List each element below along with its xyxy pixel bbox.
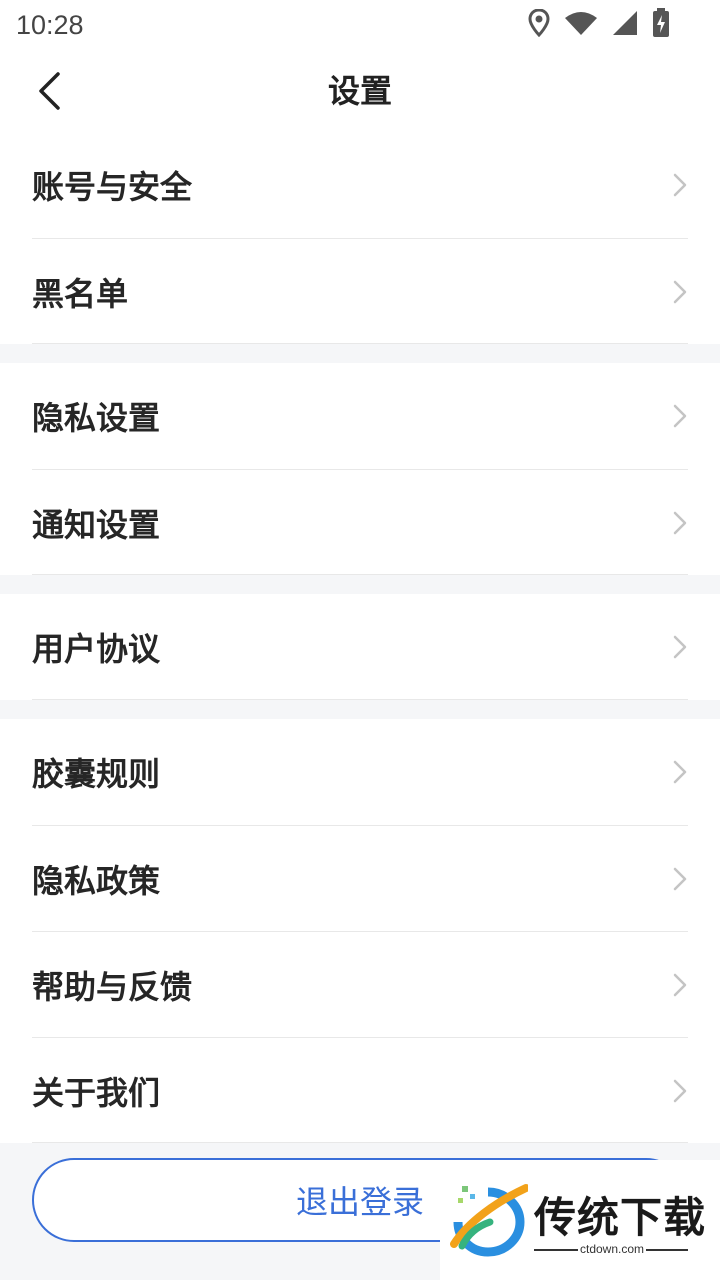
- settings-group-about: 胶囊规则 隐私政策 帮助与反馈 关于我们: [0, 719, 720, 1143]
- location-icon: [528, 9, 550, 37]
- chevron-right-icon: [673, 760, 687, 784]
- status-bar: 10:28: [0, 0, 720, 50]
- row-user-agreement[interactable]: 用户协议: [32, 594, 688, 700]
- watermark: 传统下载 ctdown.com: [440, 1160, 720, 1280]
- chevron-right-icon: [673, 635, 687, 659]
- settings-screen: 10:28 设置 账号与安全 黑名单 隐私设置 通知设置 用户协议 胶囊规则 隐…: [0, 0, 720, 1280]
- row-label: 黑名单: [32, 274, 129, 313]
- chevron-right-icon: [673, 1079, 687, 1102]
- page-title: 设置: [327, 72, 392, 110]
- watermark-logo: [450, 1184, 528, 1257]
- settings-group-agreement: 用户协议: [0, 594, 720, 700]
- watermark-title: 传统下载: [534, 1193, 707, 1242]
- settings-group-account: 账号与安全 黑名单: [0, 132, 720, 344]
- signal-icon: [613, 11, 637, 35]
- row-help-feedback[interactable]: 帮助与反馈: [32, 931, 688, 1037]
- chevron-right-icon: [673, 404, 687, 428]
- settings-group-privacy: 隐私设置 通知设置: [0, 363, 720, 575]
- watermark-domain: ctdown.com: [580, 1242, 645, 1256]
- battery-charging-icon: [653, 8, 669, 37]
- chevron-right-icon: [673, 173, 687, 197]
- logout-label: 退出登录: [295, 1183, 424, 1221]
- row-label: 账号与安全: [32, 168, 193, 206]
- row-blacklist[interactable]: 黑名单: [32, 238, 688, 344]
- row-capsule-rules[interactable]: 胶囊规则: [32, 719, 688, 825]
- wifi-icon: [565, 12, 597, 35]
- row-label: 用户协议: [32, 630, 161, 668]
- row-notification-settings[interactable]: 通知设置: [32, 469, 688, 575]
- row-label: 通知设置: [32, 505, 161, 544]
- chevron-right-icon: [673, 511, 687, 534]
- chevron-right-icon: [673, 973, 687, 996]
- row-about-us[interactable]: 关于我们: [32, 1037, 688, 1143]
- header: 设置: [0, 50, 720, 132]
- chevron-left-icon: [39, 72, 60, 110]
- row-privacy-policy[interactable]: 隐私政策: [32, 825, 688, 931]
- status-time: 10:28: [16, 9, 84, 40]
- row-privacy-settings[interactable]: 隐私设置: [32, 363, 688, 469]
- row-label: 隐私设置: [32, 399, 161, 437]
- back-button[interactable]: [22, 64, 76, 118]
- status-icons: [528, 8, 670, 38]
- row-account-security[interactable]: 账号与安全: [32, 132, 688, 238]
- row-label: 隐私政策: [32, 861, 161, 900]
- watermark-rule-right: [646, 1249, 688, 1251]
- row-label: 帮助与反馈: [32, 967, 193, 1006]
- chevron-right-icon: [673, 867, 687, 890]
- watermark-rule-left: [534, 1249, 578, 1251]
- row-label: 胶囊规则: [32, 755, 161, 793]
- chevron-right-icon: [673, 280, 687, 303]
- row-label: 关于我们: [32, 1073, 161, 1112]
